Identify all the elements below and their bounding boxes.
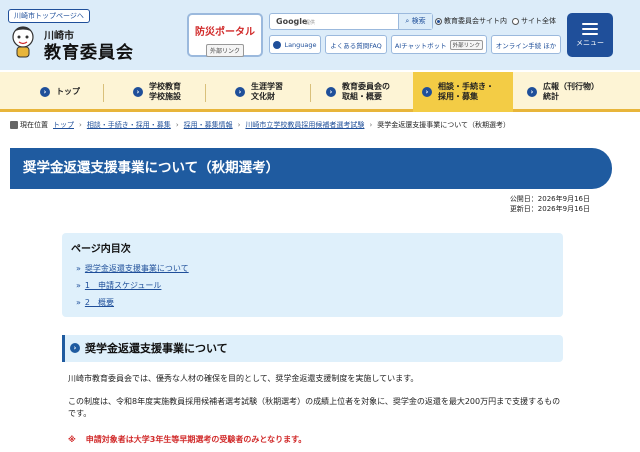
radio-label: サイト全体 [521,17,556,25]
gnav-item-lifelong[interactable]: › 生涯学習 文化財 [235,78,283,106]
chevron-right-icon: › [235,87,245,97]
external-link-badge: 外部リンク [205,44,244,57]
breadcrumb-here: 現在位置 [10,120,48,130]
disaster-portal-button[interactable]: 防災ポータル 外部リンク [187,13,263,57]
chevron-right-icon: › [133,87,143,97]
ai-chatbot-button[interactable]: AIチャットボット 外部リンク [391,35,487,54]
radio-site-scope[interactable]: 教育委員会サイト内 [435,16,507,26]
hamburger-icon [582,23,598,35]
gnav-item-consult[interactable]: › 相談・手続き・ 採用・募集 [422,78,494,106]
online-procedure-button[interactable]: オンライン手続 ほか [491,35,561,54]
search-icon: ⌕ [405,17,410,25]
note-text: 申請対象者は大学3年生等早期選考の受験者のみとなります。 [85,435,307,444]
toc-link-label: 1 申請スケジュール [84,281,162,290]
search-button[interactable]: ⌕ 検索 [398,14,432,29]
table-of-contents: ページ内目次 » 奨学金返還支援事業について » 1 申請スケジュール » 2 概要 [62,233,563,317]
search-box[interactable]: Google 提供 ⌕ 検索 [269,13,433,30]
breadcrumb-link-consult[interactable]: 相談・手続き・採用・募集 [87,120,171,130]
page-dates: 公開日：2026年9月16日 更新日：2026年9月16日 [510,194,590,214]
gnav-item-top[interactable]: › トップ [40,78,80,106]
gnav-divider [310,84,311,102]
breadcrumb-separator: › [79,121,82,129]
ai-chatbot-label: AIチャットボット [394,41,447,50]
updated-date: 更新日：2026年9月16日 [509,205,590,213]
double-chevron-icon: » [76,264,81,273]
toc-link-label: 2 概要 [84,298,114,307]
gnav-divider [205,84,206,102]
breadcrumb-current: 奨学金返還支援事業について（秋期選考） [377,121,511,129]
faq-label: よくある質問FAQ [330,41,382,50]
double-chevron-icon: » [76,281,81,290]
city-top-link[interactable]: 川崎市トップページへ [8,9,90,23]
toc-link-overview[interactable]: » 2 概要 [76,297,114,308]
global-nav: › トップ › 学校教育 学校施設 › 生涯学習 文化財 › 教育委員会の 取組… [0,72,640,112]
section-paragraph-2: この制度は、令和8年度実施教員採用候補者選考試験（秋期選考）の成績上位者を対象に… [68,397,561,418]
chevron-right-icon: › [326,87,336,97]
radio-whole-site[interactable]: サイト全体 [512,16,556,26]
published-date: 公開日：2026年9月16日 [509,195,590,203]
breadcrumb-link-top[interactable]: トップ [53,120,74,130]
breadcrumb-separator: › [237,121,241,129]
faq-button[interactable]: よくある質問FAQ [325,35,387,54]
gnav-item-board[interactable]: › 教育委員会の 取組・概要 [326,78,390,106]
gnav-item-pr[interactable]: › 広報（刊行物） 統計 [527,78,599,106]
gnav-label: 教育委員会の 取組・概要 [342,82,390,101]
chevron-right-icon: › [422,87,432,97]
language-button[interactable]: Language [269,35,321,54]
gnav-label: 学校教育 学校施設 [149,82,181,101]
breadcrumb-link-recruit[interactable]: 採用・募集情報 [184,120,233,130]
toc-link-support[interactable]: » 奨学金返還支援事業について [76,263,189,274]
toc-link-label: 奨学金返還支援事業について [84,264,189,273]
radio-checked-icon [435,17,442,25]
language-label: Language [284,40,317,49]
menu-label: メニュー [576,39,604,47]
gnav-divider [103,84,104,102]
gnav-label: 生涯学習 文化財 [251,82,283,101]
menu-button[interactable]: メニュー [567,13,613,57]
breadcrumb-separator: › [369,121,373,129]
online-procedure-label: オンライン手続 ほか [495,41,557,50]
section-heading-label: 奨学金返還支援事業について [85,342,228,355]
gnav-label: 相談・手続き・ 採用・募集 [438,82,494,101]
double-chevron-icon: » [76,298,81,307]
logo-site-name[interactable]: 教育委員会 [44,38,134,63]
gnav-label: 広報（刊行物） 統計 [543,82,599,101]
toc-heading: ページ内目次 [71,244,131,255]
note-mark: ※ [68,435,76,444]
globe-icon [273,40,282,49]
search-button-label: 検索 [411,17,426,25]
radio-label: 教育委員会サイト内 [444,17,507,25]
section-paragraph-1: 川崎市教育委員会では、優秀な人材の確保を目的として、奨学金返還支援制度を実施して… [68,374,419,383]
section-heading: › 奨学金返還支援事業について [62,335,563,362]
gnav-item-school[interactable]: › 学校教育 学校施設 [133,78,181,106]
toc-link-schedule[interactable]: » 1 申請スケジュール [76,280,161,291]
location-icon [10,121,18,129]
breadcrumb-link-exam[interactable]: 川崎市立学校教員採用候補者選考試験 [245,120,364,130]
section-note: ※ 申請対象者は大学3年生等早期選考の受験者のみとなります。 [68,434,306,445]
radio-unchecked-icon [512,17,519,25]
mascot-logo-icon [12,26,34,58]
page-title: 奨学金返還支援事業について（秋期選考） [10,148,612,189]
chevron-right-icon: › [527,87,537,97]
breadcrumb-separator: › [175,121,179,129]
external-link-badge: 外部リンク [449,39,484,50]
gnav-label: トップ [56,87,80,96]
breadcrumb-here-label: 現在位置 [20,121,48,129]
chevron-right-icon: › [40,87,50,97]
google-logo: Google [276,17,308,26]
chevron-right-icon: › [70,343,80,353]
disaster-portal-label: 防災ポータル [195,27,255,38]
google-provided-label: 提供 [305,20,316,26]
breadcrumb: 現在位置 トップ › 相談・手続き・採用・募集 › 採用・募集情報 › 川崎市立… [10,120,510,130]
